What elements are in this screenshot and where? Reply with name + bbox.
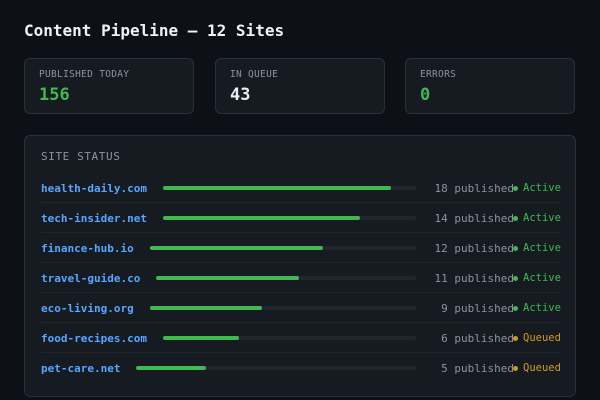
status-badge: Active <box>523 182 561 194</box>
site-status-panel: SITE STATUS health-daily.com 18 published… <box>24 135 576 397</box>
stat-label: IN QUEUE <box>230 69 279 80</box>
status-badge: Queued <box>523 332 561 344</box>
stat-card-in-queue: IN QUEUE 43 <box>215 58 385 114</box>
status-badge: Active <box>523 242 561 254</box>
status-dot-icon <box>513 336 518 341</box>
status-dot-icon <box>513 366 518 371</box>
site-link[interactable]: finance-hub.io <box>41 242 134 255</box>
status-badge: Queued <box>523 362 561 374</box>
status-dot-icon <box>513 216 518 221</box>
site-row: health-daily.com 18 published Active <box>41 173 561 203</box>
site-link[interactable]: tech-insider.net <box>41 212 147 225</box>
site-link[interactable]: food-recipes.com <box>41 332 147 345</box>
site-row: food-recipes.com 6 published Queued <box>41 323 561 353</box>
status-badge: Active <box>523 212 561 224</box>
site-row: travel-guide.co 11 published Active <box>41 263 561 293</box>
status-dot-icon <box>513 306 518 311</box>
published-count: 12 published <box>434 242 514 255</box>
site-row: pet-care.net 5 published Queued <box>41 353 561 383</box>
status-badge: Active <box>523 272 561 284</box>
stat-card-errors: ERRORS 0 <box>405 58 575 114</box>
progress-track <box>150 306 416 310</box>
site-link[interactable]: pet-care.net <box>41 362 120 375</box>
stat-value: 0 <box>420 85 431 105</box>
published-count: 18 published <box>434 182 514 195</box>
site-row: tech-insider.net 14 published Active <box>41 203 561 233</box>
panel-title: SITE STATUS <box>41 150 121 163</box>
progress-track <box>156 276 416 280</box>
stat-label: PUBLISHED TODAY <box>39 69 130 80</box>
progress-track <box>163 186 416 190</box>
progress-fill <box>163 216 360 220</box>
progress-fill <box>163 186 391 190</box>
site-link[interactable]: travel-guide.co <box>41 272 140 285</box>
progress-track <box>163 336 416 340</box>
site-link[interactable]: eco-living.org <box>41 302 134 315</box>
status-badge: Active <box>523 302 561 314</box>
stat-value: 156 <box>39 85 70 105</box>
progress-fill <box>150 306 262 310</box>
progress-track <box>163 216 416 220</box>
site-row: eco-living.org 9 published Active <box>41 293 561 323</box>
progress-fill <box>150 246 323 250</box>
site-row: finance-hub.io 12 published Active <box>41 233 561 263</box>
page-title: Content Pipeline — 12 Sites <box>24 21 285 40</box>
status-dot-icon <box>513 246 518 251</box>
site-link[interactable]: health-daily.com <box>41 182 147 195</box>
published-count: 11 published <box>434 272 514 285</box>
published-count: 14 published <box>434 212 514 225</box>
published-count: 5 published <box>441 362 514 375</box>
stat-value: 43 <box>230 85 251 105</box>
published-count: 6 published <box>441 332 514 345</box>
progress-fill <box>163 336 239 340</box>
status-dot-icon <box>513 276 518 281</box>
progress-fill <box>156 276 299 280</box>
status-dot-icon <box>513 186 518 191</box>
progress-track <box>136 366 416 370</box>
progress-track <box>150 246 416 250</box>
stat-label: ERRORS <box>420 69 457 80</box>
progress-fill <box>136 366 206 370</box>
published-count: 9 published <box>441 302 514 315</box>
stat-card-published-today: PUBLISHED TODAY 156 <box>24 58 194 114</box>
